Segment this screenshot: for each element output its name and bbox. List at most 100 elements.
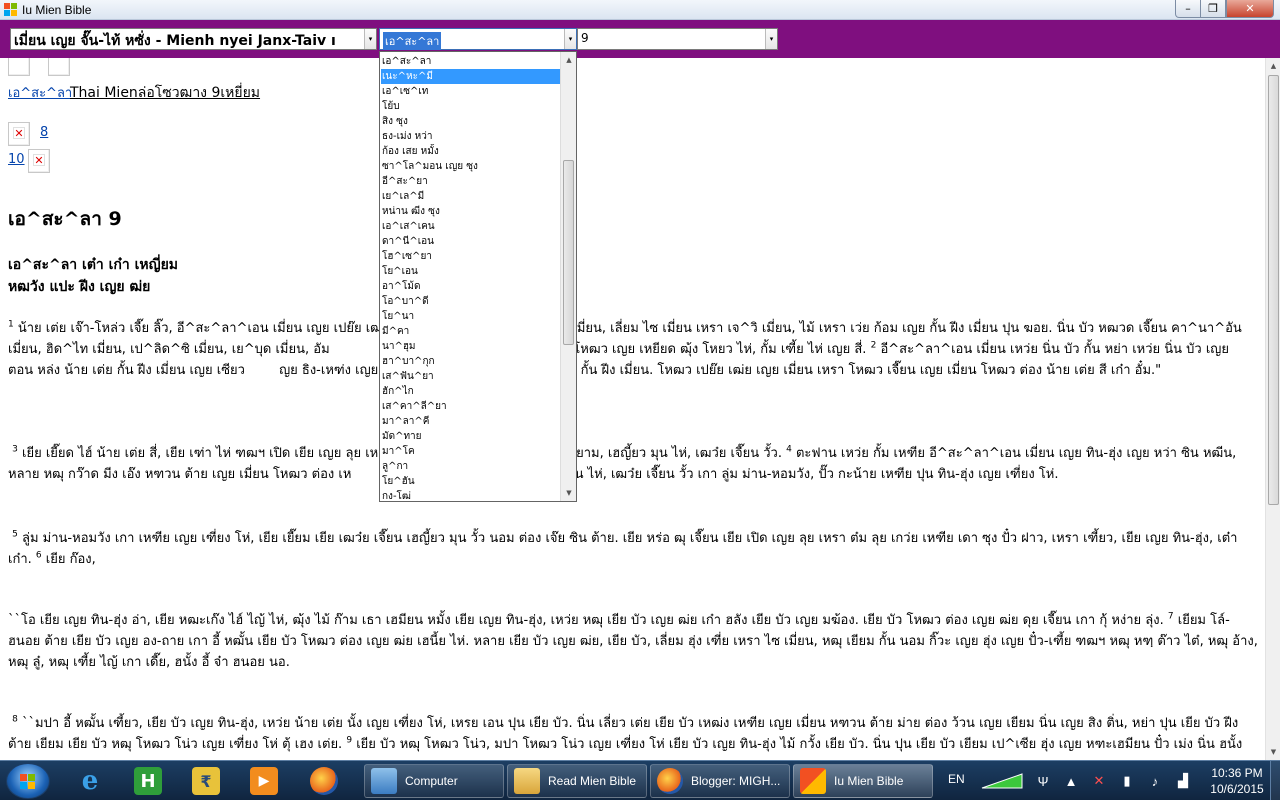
book-option[interactable]: มี^คา — [381, 324, 561, 339]
book-option[interactable]: หน่าน ฒีง ซุง — [381, 204, 561, 219]
scroll-down-icon[interactable]: ▼ — [561, 485, 576, 501]
broken-image[interactable] — [48, 58, 70, 76]
book-option[interactable]: โย^ฮัน — [381, 474, 561, 489]
verse-paragraph: 5 ลู่ม ม่าน-หอมวัง เกา เหฑีย เญย เฑี่ยง … — [8, 528, 1258, 570]
task-iu-mien-bible[interactable]: Iu Mien Bible — [793, 764, 933, 798]
clock-date: 10/6/2015 — [1210, 782, 1264, 796]
task-label: Iu Mien Bible — [834, 774, 904, 788]
broken-image-icon: ✕ — [13, 127, 25, 140]
language-indicator[interactable]: EN — [948, 772, 965, 786]
power-icon[interactable]: ▮ — [1118, 772, 1136, 790]
network-icon[interactable]: Ψ — [1034, 772, 1052, 790]
signal-bars-icon[interactable] — [980, 772, 1024, 790]
book-option[interactable]: นา^ฮุม — [381, 339, 561, 354]
chevron-down-icon[interactable]: ▾ — [765, 29, 777, 49]
broken-image[interactable] — [8, 58, 30, 76]
speaker-icon[interactable]: ♪ — [1146, 772, 1164, 790]
wifi-icon[interactable]: ▟ — [1174, 772, 1192, 790]
book-option[interactable]: เส^คา^ลี^ยา — [381, 399, 561, 414]
task-label: Read Mien Bible — [548, 774, 637, 788]
book-option[interactable]: โอ^บา^ดี — [381, 294, 561, 309]
system-tray: EN Ψ ▲ ✕ ▮ ♪ ▟ 10:36 PM 10/6/2015 — [940, 761, 1280, 800]
version-nav-label: Thai Mienล่อโซวฒาง 9เหยี่ยม — [70, 85, 261, 101]
task-label: Computer — [405, 774, 458, 788]
book-option[interactable]: เส^ฟัน^ยา — [381, 369, 561, 384]
book-option[interactable]: กง-โฒ่ — [381, 489, 561, 501]
clock[interactable]: 10:36 PM 10/6/2015 — [1202, 765, 1272, 797]
scroll-up-icon[interactable]: ▲ — [561, 52, 576, 68]
dropdown-scrollbar[interactable]: ▲ ▼ — [560, 52, 576, 501]
scroll-down-icon[interactable]: ▼ — [1266, 744, 1280, 760]
book-option[interactable]: มา^โค — [381, 444, 561, 459]
content-scrollbar[interactable]: ▲ ▼ — [1265, 58, 1280, 760]
chapter-select[interactable]: 9 ▾ — [577, 28, 778, 50]
chevron-down-icon[interactable]: ▾ — [564, 29, 576, 49]
book-link[interactable]: เอ^สะ^ลา — [8, 82, 72, 103]
book-option[interactable]: มัด^ทาย — [381, 429, 561, 444]
task-blogger[interactable]: Blogger: MIGH... — [650, 764, 790, 798]
pinned-media-player[interactable]: ▶ — [238, 764, 290, 798]
book-option[interactable]: โย^นา — [381, 309, 561, 324]
book-option[interactable]: อี^สะ^ยา — [381, 174, 561, 189]
maximize-button[interactable]: ❐ — [1200, 0, 1226, 18]
taskbar: e H ₹ ▶ Computer Read Mien Bible Blogger… — [0, 760, 1280, 800]
book-option[interactable]: มา^ลา^คี — [381, 414, 561, 429]
h-app-icon: H — [134, 767, 162, 795]
pinned-internet-explorer[interactable]: e — [64, 764, 116, 798]
book-option[interactable]: โย^เอน — [381, 264, 561, 279]
book-dropdown-list[interactable]: เอ^สะ^ลา เนะ^หะ^มี เอ^เซ^เท โย้บ สิง ซุง ธง-เ… — [379, 51, 577, 502]
task-computer[interactable]: Computer — [364, 764, 504, 798]
book-option[interactable]: ลู^กา — [381, 459, 561, 474]
minimize-button[interactable]: – — [1175, 0, 1201, 18]
book-option[interactable]: เอ^เซ^เท — [381, 84, 561, 99]
book-option[interactable]: โฮ^เซ^ยา — [381, 249, 561, 264]
section-heading: เอ^สะ^ลา เต๋า เก๋า เหญี่ยม — [8, 257, 179, 273]
verse-text: เยีย บัว หฒุ โหฒว โน่ว, มปา โหฒว โน่ว เญ… — [352, 737, 1243, 752]
volume-muted-icon[interactable]: ✕ — [1090, 772, 1108, 790]
book-option[interactable]: ซา^โล^มอน เญย ซุง — [381, 159, 561, 174]
computer-icon — [371, 768, 397, 794]
book-option[interactable]: เอ^เส^เคน — [381, 219, 561, 234]
book-option[interactable]: เนะ^หะ^มี — [381, 69, 561, 84]
chevron-down-icon[interactable]: ▾ — [364, 29, 376, 49]
show-desktop-button[interactable] — [1270, 761, 1280, 800]
prev-chapter-link[interactable]: 10 — [8, 152, 25, 167]
chapter-heading: เอ^สะ^ลา 9 — [8, 208, 122, 230]
signal-bars-graphic — [981, 773, 1023, 789]
task-read-mien-bible[interactable]: Read Mien Bible — [507, 764, 647, 798]
book-option[interactable]: สิง ซุง — [381, 114, 561, 129]
restore-icon: ❐ — [1208, 2, 1218, 15]
app-icon[interactable] — [4, 3, 18, 16]
book-option[interactable]: ดา^นี^เอน — [381, 234, 561, 249]
verse-paragraph: ``โอ เยีย เญย ทิน-ฮุ่ง อ่า, เยีย หฒะเก๊ง… — [8, 610, 1258, 673]
book-option[interactable]: ฮา^บา^กุก — [381, 354, 561, 369]
firefox-icon — [657, 768, 683, 794]
book-option[interactable]: ก้อง เสย หมั้ง — [381, 144, 561, 159]
scrollbar-thumb[interactable] — [1268, 75, 1279, 505]
scrollbar-thumb[interactable] — [563, 160, 574, 345]
verse-text: น้าย เต่ย เจ๊า-โหล่ว เจี๊ย ลิ๊ว, อี^สะ^ล… — [13, 321, 407, 336]
app-icon — [800, 768, 826, 794]
book-option[interactable]: โย้บ — [381, 99, 561, 114]
window-title: Iu Mien Bible — [22, 3, 92, 17]
next-chapter-link[interactable]: 8 — [40, 125, 48, 140]
broken-image[interactable]: ✕ — [8, 122, 30, 146]
windows-logo-icon — [20, 774, 36, 790]
pinned-firefox[interactable] — [298, 764, 350, 798]
book-option[interactable]: ฮัก^ไก — [381, 384, 561, 399]
book-option[interactable]: ธง-เม่ง หว่า — [381, 129, 561, 144]
book-option[interactable]: เอ^สะ^ลา — [381, 54, 561, 69]
pinned-h-app[interactable]: H — [122, 764, 174, 798]
close-button[interactable]: ✕ — [1226, 0, 1274, 18]
book-select[interactable]: เอ^สะ^ลา ▾ — [379, 28, 577, 50]
broken-image[interactable]: ✕ — [28, 149, 50, 173]
book-option[interactable]: เย^เล^มี — [381, 189, 561, 204]
show-hidden-icons-icon[interactable]: ▲ — [1062, 772, 1080, 790]
verse-paragraph: 1 น้าย เต่ย เจ๊า-โหล่ว เจี๊ย ลิ๊ว, อี^สะ… — [8, 318, 1258, 381]
book-option[interactable]: อา^โม้ด — [381, 279, 561, 294]
pinned-rupee-app[interactable]: ₹ — [180, 764, 232, 798]
start-button[interactable] — [6, 763, 50, 799]
version-select[interactable]: เมี่ยน เญย จั๊น-ไท้ หซั่ง - Mienh nyei J… — [10, 28, 377, 50]
scroll-up-icon[interactable]: ▲ — [1266, 58, 1280, 74]
verse-text: ลู่ม ม่าน-หอมวัง เกา เหฑีย เญย เฑี่ยง โห… — [8, 531, 1238, 567]
